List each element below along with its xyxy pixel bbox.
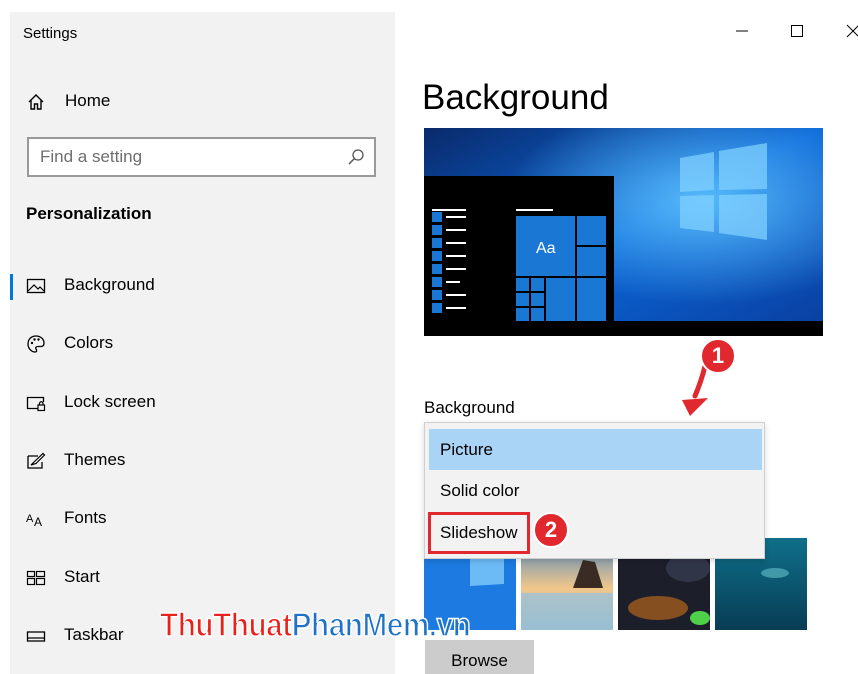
sidebar-item-label: Lock screen xyxy=(64,392,156,411)
search-box[interactable] xyxy=(27,137,376,177)
browse-button[interactable]: Browse xyxy=(425,640,534,674)
sidebar-item-colors[interactable]: Colors xyxy=(10,322,395,366)
start-tiles-icon xyxy=(26,570,46,586)
minimize-icon[interactable] xyxy=(729,18,755,44)
home-icon xyxy=(28,94,44,110)
maximize-icon[interactable] xyxy=(784,18,810,44)
home-label: Home xyxy=(65,91,111,110)
sidebar-item-themes[interactable]: Themes xyxy=(10,439,395,483)
svg-text:A: A xyxy=(26,513,34,525)
sidebar-item-label: Fonts xyxy=(64,508,107,527)
lock-screen-icon xyxy=(26,396,46,412)
app-title: Settings xyxy=(23,25,78,42)
sidebar-item-label: Themes xyxy=(64,450,126,469)
desktop-preview-image xyxy=(424,128,823,336)
settings-sidebar: Settings Home Personalization Background… xyxy=(10,12,395,674)
taskbar-icon xyxy=(26,631,46,642)
sidebar-item-start[interactable]: Start xyxy=(10,556,395,600)
picture-icon xyxy=(26,278,46,294)
slideshow-highlight-box xyxy=(428,512,530,554)
annotation-badge-2: 2 xyxy=(533,512,569,548)
palette-icon xyxy=(27,335,45,353)
watermark: ThuThuatPhanMem.vn xyxy=(159,605,471,644)
dropdown-option-solid-color[interactable]: Solid color xyxy=(429,470,762,511)
preview-tile-text: Aa xyxy=(536,240,556,257)
sidebar-item-lock-screen[interactable]: Lock screen xyxy=(10,381,395,425)
background-preview: Aa xyxy=(424,128,823,336)
watermark-part-1: ThuThuat xyxy=(159,605,292,644)
dropdown-option-picture[interactable]: Picture xyxy=(429,429,762,470)
sidebar-item-label: Background xyxy=(64,275,155,294)
sidebar-item-fonts[interactable]: A A Fonts xyxy=(10,497,395,541)
sidebar-item-label: Colors xyxy=(64,333,114,352)
watermark-part-2: PhanMem.vn xyxy=(291,605,471,644)
sidebar-item-background[interactable]: Background xyxy=(10,264,395,308)
section-title: Personalization xyxy=(26,204,152,223)
search-icon[interactable] xyxy=(347,148,365,166)
sidebar-item-label: Taskbar xyxy=(64,625,124,644)
page-title: Background xyxy=(422,78,609,117)
svg-text:A: A xyxy=(34,515,42,529)
home-nav-item[interactable]: Home xyxy=(10,86,395,122)
fonts-icon: A A xyxy=(26,513,42,529)
sidebar-item-label: Start xyxy=(64,567,100,586)
background-field-label: Background xyxy=(424,398,515,417)
close-icon[interactable] xyxy=(840,18,858,44)
search-input[interactable] xyxy=(40,147,340,167)
annotation-badge-1: 1 xyxy=(700,338,736,374)
themes-brush-icon xyxy=(27,452,46,469)
